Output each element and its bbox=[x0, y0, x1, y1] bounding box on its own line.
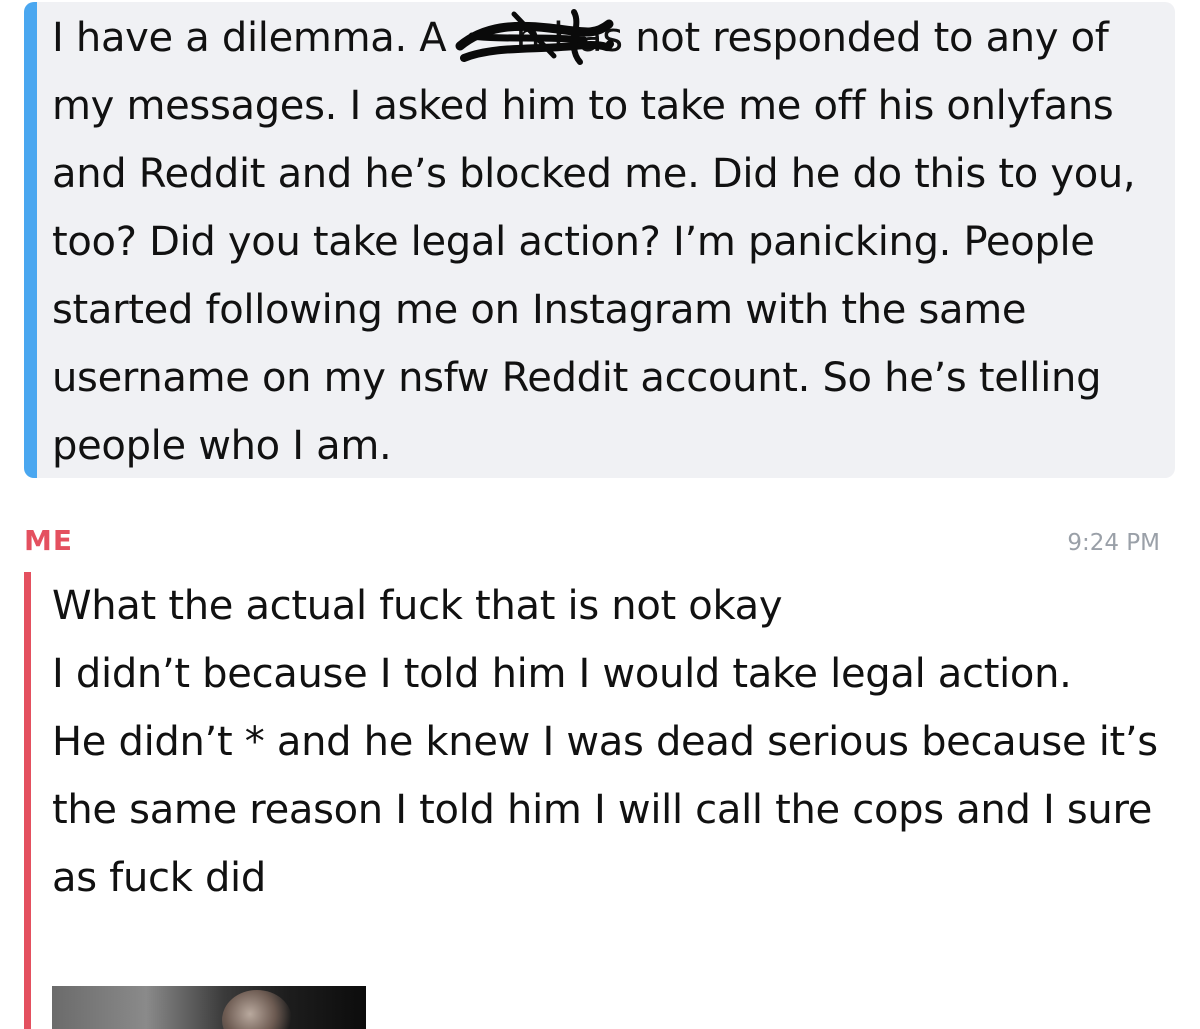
quoted-message[interactable]: I have a dilemma. A n has not responded … bbox=[24, 2, 1175, 478]
chat-message[interactable]: I didn’t because I told him I would take… bbox=[52, 640, 1172, 708]
my-message-accent-bar bbox=[24, 572, 31, 1029]
redaction-scribble bbox=[455, 9, 614, 65]
chat-screen: I have a dilemma. A n has not responded … bbox=[0, 0, 1200, 1029]
chat-message[interactable]: What the actual fuck that is not okay bbox=[52, 572, 1172, 640]
photo-content bbox=[222, 990, 292, 1029]
my-message-group[interactable]: What the actual fuck that is not okay I … bbox=[52, 572, 1172, 912]
quoted-message-accent-bar bbox=[24, 2, 37, 478]
chat-message[interactable]: He didn’t * and he knew I was dead serio… bbox=[52, 708, 1172, 912]
sender-label: ME bbox=[24, 524, 73, 557]
message-timestamp: 9:24 PM bbox=[1067, 530, 1160, 556]
quoted-message-text: I have a dilemma. A n has not responded … bbox=[52, 15, 1136, 469]
photo-attachment-thumbnail[interactable] bbox=[52, 986, 366, 1029]
